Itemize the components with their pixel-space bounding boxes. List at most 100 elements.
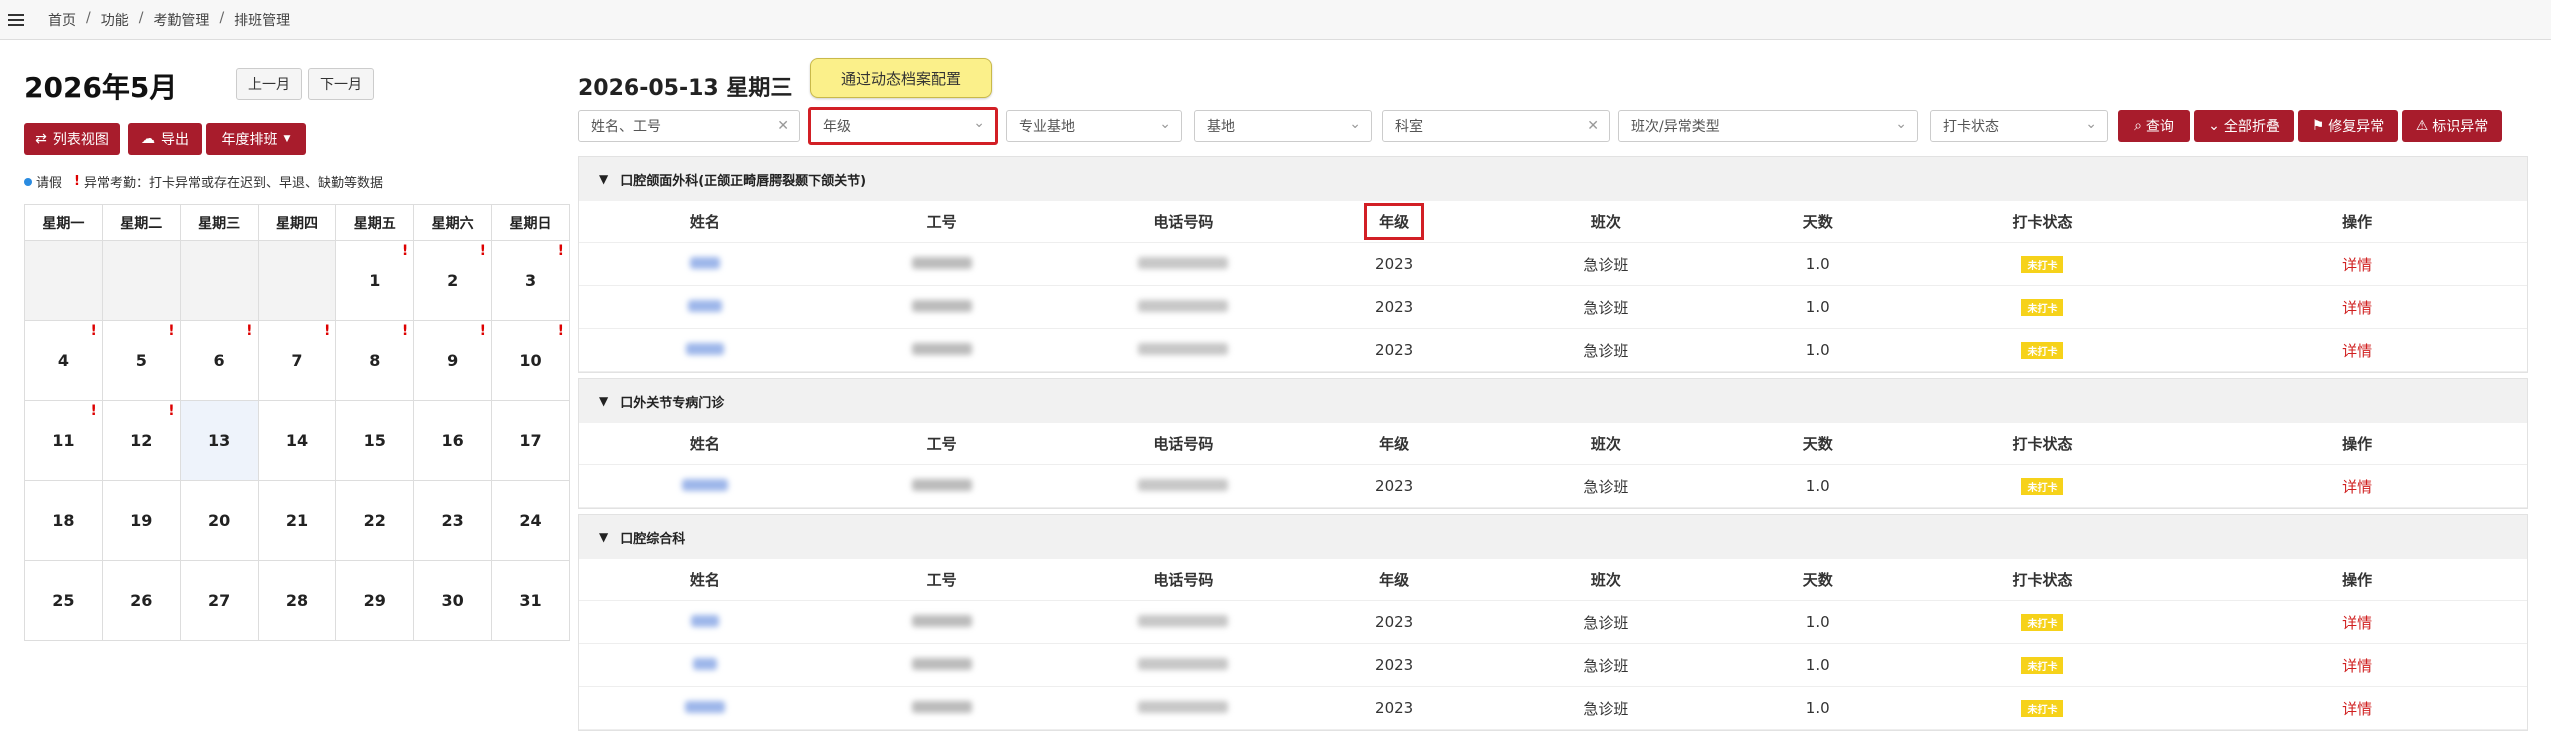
shift-type-select[interactable]: 班次/异常类型 ⌄ — [1618, 110, 1918, 142]
calendar-day[interactable]: 5! — [101, 320, 181, 401]
cell-name[interactable] — [579, 477, 831, 495]
detail-link[interactable]: 详情 — [2342, 478, 2372, 496]
calendar-day[interactable]: 7! — [257, 320, 337, 401]
calendar-day[interactable]: 28 — [257, 560, 337, 641]
breadcrumb-function[interactable]: 功能 — [101, 10, 129, 30]
fix-abnormal-button[interactable]: ⚑ 修复异常 — [2298, 110, 2398, 142]
column-header: 班次 — [1474, 569, 1738, 590]
detail-link[interactable]: 详情 — [2342, 299, 2372, 317]
calendar-day[interactable]: 10! — [491, 320, 570, 401]
day-number: 17 — [519, 431, 542, 450]
cell-phone — [1053, 255, 1315, 273]
section-header[interactable]: ▼ 口外关节专病门诊 — [579, 379, 2527, 423]
cell-status: 未打卡 — [1898, 298, 2188, 316]
calendar-day[interactable]: 9! — [413, 320, 493, 401]
calendar-day[interactable]: 17 — [491, 400, 570, 481]
mark-abnormal-button[interactable]: ⚠ 标识异常 — [2402, 110, 2502, 142]
calendar-day[interactable]: 16 — [413, 400, 493, 481]
calendar-day[interactable]: 13 — [179, 400, 259, 481]
calendar-day[interactable]: 20 — [179, 480, 259, 561]
cell-phone — [1053, 477, 1315, 495]
calendar-day[interactable]: 27 — [179, 560, 259, 641]
list-view-button[interactable]: ⇄ 列表视图 — [24, 123, 120, 155]
section-header[interactable]: ▼ 口腔综合科 — [579, 515, 2527, 559]
grade-select[interactable]: 年级 ⌄ — [808, 107, 998, 145]
column-header-label: 打卡状态 — [2012, 435, 2073, 453]
day-number: 6 — [213, 351, 225, 370]
column-header: 操作 — [2187, 569, 2527, 590]
cell-status: 未打卡 — [1898, 341, 2188, 359]
cell-name[interactable] — [579, 699, 831, 717]
calendar-day[interactable]: 2! — [413, 240, 493, 321]
calendar-day[interactable]: 12! — [101, 400, 181, 481]
column-header: 打卡状态 — [1898, 433, 2188, 454]
cell-days: 1.0 — [1805, 298, 1830, 316]
cell-action: 详情 — [2187, 297, 2527, 318]
calendar-day[interactable]: 11! — [24, 400, 103, 481]
dept-select[interactable]: 科室 ✕ — [1382, 110, 1610, 142]
prev-month-button[interactable]: 上一月 — [236, 68, 302, 100]
calendar-day[interactable]: 6! — [179, 320, 259, 401]
day-number: 19 — [130, 511, 153, 530]
cell-name[interactable] — [579, 255, 831, 273]
detail-link[interactable]: 详情 — [2342, 657, 2372, 675]
calendar-day[interactable]: 8! — [335, 320, 415, 401]
cell-shift: 急诊班 — [1583, 341, 1629, 360]
base-select[interactable]: 基地 ⌄ — [1194, 110, 1372, 142]
cell-name[interactable] — [579, 613, 831, 631]
collapse-all-button[interactable]: ⌄ 全部折叠 — [2194, 110, 2294, 142]
column-header: 电话号码 — [1053, 211, 1315, 232]
calendar-day[interactable]: 19 — [101, 480, 181, 561]
cell-id — [831, 656, 1053, 674]
export-button[interactable]: ☁ 导出 — [128, 123, 202, 155]
day-number: 29 — [363, 591, 386, 610]
calendar-day[interactable]: 3! — [491, 240, 570, 321]
calendar-day[interactable]: 1! — [335, 240, 415, 321]
calendar-day[interactable]: 14 — [257, 400, 337, 481]
clear-icon[interactable]: ✕ — [1587, 118, 1599, 134]
calendar-day[interactable]: 21 — [257, 480, 337, 561]
cell-name[interactable] — [579, 341, 831, 359]
calendar-day[interactable]: 22 — [335, 480, 415, 561]
dept-section: ▼ 口外关节专病门诊 姓名 工号 电话号码 年级 班次 天数 打卡状态 操作 2023 急诊班 1… — [578, 378, 2528, 509]
status-badge: 未打卡 — [2021, 657, 2064, 674]
search-input[interactable]: 姓名、工号 ✕ — [578, 110, 800, 142]
menu-icon[interactable] — [8, 11, 24, 29]
column-header-label: 姓名 — [689, 435, 720, 453]
leave-dot-icon — [24, 177, 32, 186]
calendar-day[interactable]: 18 — [24, 480, 103, 561]
day-number: 27 — [207, 591, 231, 610]
cell-name[interactable] — [579, 656, 831, 674]
calendar-day[interactable]: 25 — [24, 560, 103, 641]
breadcrumb-home[interactable]: 首页 — [48, 10, 76, 30]
clear-icon[interactable]: ✕ — [777, 118, 789, 134]
calendar-day[interactable]: 29 — [335, 560, 415, 641]
detail-link[interactable]: 详情 — [2342, 614, 2372, 632]
tooltip-dynamic-profile: 通过动态档案配置 — [810, 58, 992, 98]
calendar-day — [101, 240, 181, 321]
calendar-day[interactable]: 4! — [24, 320, 103, 401]
base-major-select[interactable]: 专业基地 ⌄ — [1006, 110, 1182, 142]
yearly-schedule-button[interactable]: 年度排班 ▼ — [206, 123, 306, 155]
detail-link[interactable]: 详情 — [2342, 700, 2372, 718]
section-header[interactable]: ▼ 口腔颌面外科(正颌正畸唇腭裂颞下颌关节) — [579, 157, 2527, 201]
breadcrumb-attendance[interactable]: 考勤管理 — [153, 10, 209, 30]
next-month-button[interactable]: 下一月 — [308, 68, 374, 100]
table-row: 2023 急诊班 1.0 未打卡 详情 — [579, 465, 2527, 508]
redacted-name — [692, 658, 717, 670]
calendar-day[interactable]: 23 — [413, 480, 493, 561]
cell-name[interactable] — [579, 298, 831, 316]
cell-action: 详情 — [2187, 340, 2527, 361]
detail-link[interactable]: 详情 — [2342, 342, 2372, 360]
column-header-label: 工号 — [926, 435, 957, 453]
calendar-day[interactable]: 15 — [335, 400, 415, 481]
cell-phone — [1053, 613, 1315, 631]
calendar-day[interactable]: 31 — [491, 560, 570, 641]
calendar-day[interactable]: 26 — [101, 560, 181, 641]
query-button[interactable]: ⌕ 查询 — [2118, 110, 2190, 142]
chevron-down-icon: ⌄ — [973, 115, 985, 131]
calendar-day[interactable]: 24 — [491, 480, 570, 561]
punch-status-select[interactable]: 打卡状态 ⌄ — [1930, 110, 2108, 142]
detail-link[interactable]: 详情 — [2342, 256, 2372, 274]
calendar-day[interactable]: 30 — [413, 560, 493, 641]
